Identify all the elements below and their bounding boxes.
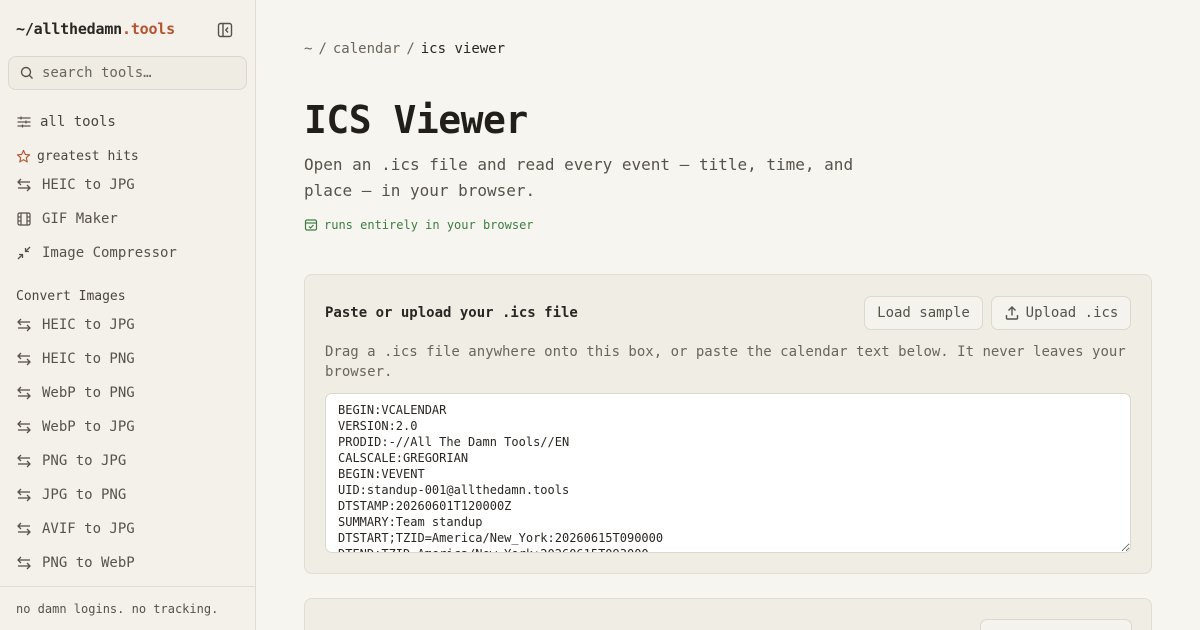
sidebar: ~/allthedamn.tools all tools greatest hi [0,0,256,630]
sidebar-item-label: GIF Maker [42,211,118,227]
arrows-exchange-icon [16,177,32,193]
arrows-exchange-icon [16,351,32,367]
badge-label: runs entirely in your browser [324,218,534,232]
events-card [304,598,1152,630]
upload-ics-button[interactable]: Upload .ics [991,296,1131,330]
sidebar-item-heic-to-jpg[interactable]: HEIC to JPG [0,168,255,202]
arrows-exchange-icon [16,487,32,503]
footer-text: no damn logins. no tracking. [16,601,219,616]
sidebar-item-label: all tools [40,114,116,130]
ics-textarea[interactable] [325,393,1131,553]
card-title: Paste or upload your .ics file [325,305,578,321]
sidebar-item-heic-to-jpg[interactable]: HEIC to JPG [0,308,255,342]
arrows-exchange-icon [16,385,32,401]
sidebar-item-webp-to-jpg[interactable]: WebP to JPG [0,410,255,444]
upload-button-label: Upload .ics [1025,305,1119,321]
sidebar-item-all-tools[interactable]: all tools [0,104,255,140]
search-input[interactable] [42,65,232,81]
sidebar-item-heic-to-png[interactable]: HEIC to PNG [0,342,255,376]
upload-icon [1004,305,1020,321]
page-title: ICS Viewer [304,98,528,142]
sidebar-item-label: AVIF to JPG [42,521,135,537]
load-sample-button[interactable]: Load sample [864,296,983,330]
ics-input-card: Paste or upload your .ics file Load samp… [304,274,1152,574]
sidebar-item-label: WebP to JPG [42,419,135,435]
sidebar-item-label: HEIC to JPG [42,177,135,193]
arrows-exchange-icon [16,555,32,571]
sidebar-item-label: HEIC to PNG [42,351,135,367]
sidebar-item-label: PNG to WebP [42,555,135,571]
search-box[interactable] [8,56,247,90]
card-help-text: Drag a .ics file anywhere onto this box,… [325,344,1126,380]
brand-prefix: ~/ [16,20,34,38]
sidebar-item-png-to-jpg[interactable]: PNG to JPG [0,444,255,478]
sidebar-item-jpg-to-png[interactable]: JPG to PNG [0,478,255,512]
section-header: Convert Images [0,270,255,308]
section-title: greatest hits [37,149,139,164]
breadcrumb-separator: / [406,41,415,57]
breadcrumb-home[interactable]: ~ [304,41,312,57]
sidebar-nav: all tools greatest hits HEIC to JPG GIF Ma… [0,104,255,586]
film-icon [16,211,32,227]
compress-arrows-icon [16,245,32,261]
brand-suffix: .tools [121,20,175,38]
sidebar-item-png-to-webp[interactable]: PNG to WebP [0,546,255,580]
sidebar-item-label: HEIC to JPG [42,317,135,333]
sidebar-item-gif-maker[interactable]: GIF Maker [0,202,255,236]
star-icon [16,149,31,164]
page-subtitle: Open an .ics file and read every event —… [304,155,854,200]
breadcrumb-current: ics viewer [420,41,506,57]
section-title: Convert Images [16,289,126,304]
breadcrumb: ~ / calendar / ics viewer [304,41,505,57]
sliders-icon [16,114,32,130]
local-processing-badge: runs entirely in your browser [304,218,534,232]
sidebar-item-label: PNG to JPG [42,453,127,469]
main-content: ~ / calendar / ics viewer ICS Viewer Open an… [304,0,1152,630]
arrows-exchange-icon [16,419,32,435]
sidebar-item-label: WebP to PNG [42,385,135,401]
arrows-exchange-icon [16,521,32,537]
sidebar-item-label: JPG to PNG [42,487,127,503]
section-header: greatest hits [0,140,255,168]
sidebar-collapse-icon[interactable] [216,21,234,39]
breadcrumb-separator: / [318,41,327,57]
sidebar-item-label: Image Compressor [42,245,177,261]
brand-logo[interactable]: ~/allthedamn.tools [16,20,175,38]
browser-window-icon [304,218,318,232]
arrows-exchange-icon [16,317,32,333]
arrows-exchange-icon [16,453,32,469]
sidebar-item-webp-to-png[interactable]: WebP to PNG [0,376,255,410]
brand-name: allthedamn [33,20,123,38]
sidebar-footer: no damn logins. no tracking. [0,586,255,630]
breadcrumb-calendar[interactable]: calendar [333,41,400,57]
search-icon [20,66,34,80]
events-card-button[interactable] [980,619,1132,630]
sidebar-item-avif-to-jpg[interactable]: AVIF to JPG [0,512,255,546]
sidebar-item-image-compressor[interactable]: Image Compressor [0,236,255,270]
